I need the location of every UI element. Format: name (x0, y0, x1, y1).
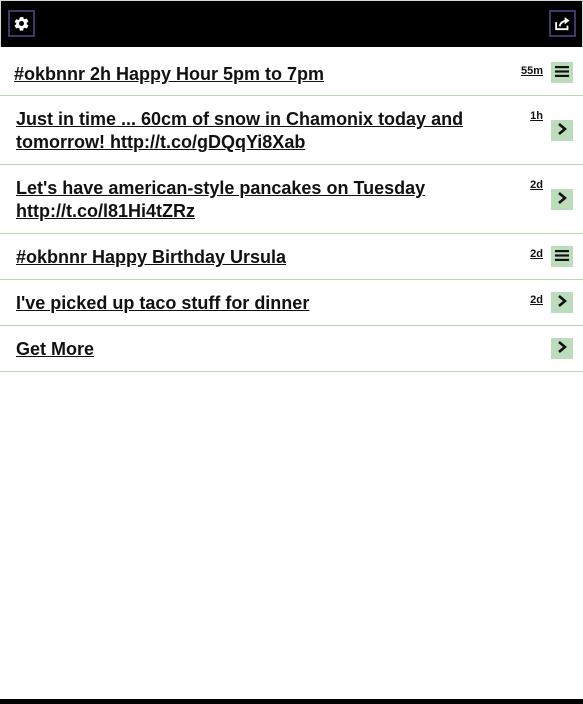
feed-item[interactable]: #okbnnr Happy Birthday Ursula 2d (0, 234, 583, 280)
feed-item[interactable]: Just in time ... 60cm of snow in Chamoni… (0, 96, 583, 165)
feed-item-title[interactable]: Let's have american-style pancakes on Tu… (16, 177, 486, 223)
share-button[interactable] (549, 10, 576, 37)
open-item-button[interactable] (551, 189, 573, 210)
feed-item-title[interactable]: I've picked up taco stuff for dinner (16, 292, 486, 315)
feed-item-title[interactable]: #okbnnr Happy Birthday Ursula (16, 246, 486, 269)
feed-item[interactable]: #okbnnr 2h Happy Hour 5pm to 7pm 55m (0, 50, 583, 96)
feed-item-time: 2d (530, 248, 543, 260)
chevron-right-icon (557, 191, 568, 209)
open-item-button[interactable] (551, 292, 573, 313)
top-toolbar (0, 0, 583, 47)
menu-button[interactable] (551, 62, 573, 83)
share-icon (554, 15, 571, 32)
feed-item-time: 2d (530, 294, 543, 306)
open-item-button[interactable] (551, 120, 573, 141)
feed-list: #okbnnr 2h Happy Hour 5pm to 7pm 55m Jus… (0, 49, 583, 372)
feed-item-title[interactable]: Just in time ... 60cm of snow in Chamoni… (16, 108, 486, 154)
chevron-right-icon (557, 294, 568, 312)
menu-button[interactable] (551, 246, 573, 267)
get-more-link[interactable]: Get More (16, 338, 486, 361)
feed-item[interactable]: I've picked up taco stuff for dinner 2d (0, 280, 583, 326)
get-more-row[interactable]: Get More (0, 326, 583, 372)
feed-item-time: 1h (530, 110, 543, 122)
feed-item-title[interactable]: #okbnnr 2h Happy Hour 5pm to 7pm (14, 63, 484, 86)
gear-icon (13, 15, 30, 32)
get-more-button[interactable] (551, 338, 573, 359)
bottom-bar (0, 699, 583, 704)
app-frame: #okbnnr 2h Happy Hour 5pm to 7pm 55m Jus… (0, 0, 583, 704)
chevron-right-icon (557, 122, 568, 140)
feed-item-time: 2d (530, 179, 543, 191)
chevron-right-icon (557, 340, 568, 358)
feed-item[interactable]: Let's have american-style pancakes on Tu… (0, 165, 583, 234)
settings-button[interactable] (8, 10, 35, 37)
menu-icon (555, 64, 569, 82)
menu-icon (555, 248, 569, 266)
feed-item-time: 55m (520, 65, 543, 77)
